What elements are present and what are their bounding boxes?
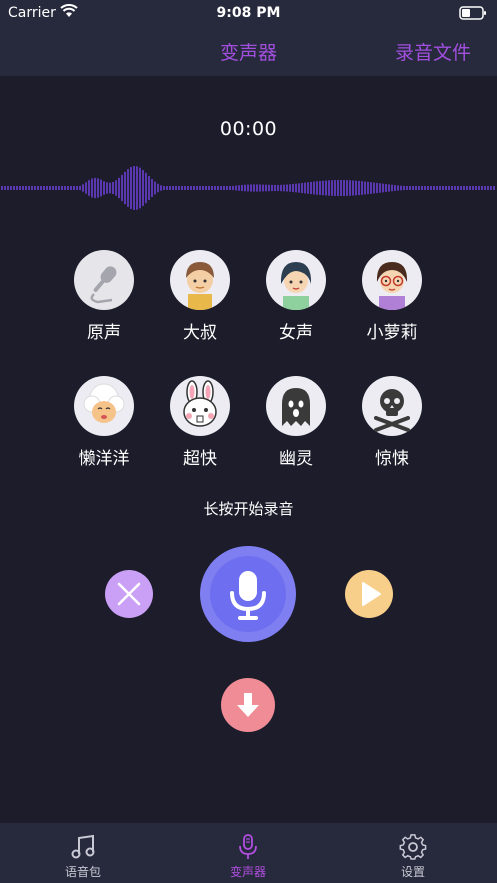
- tab-settings[interactable]: 设置: [353, 823, 473, 883]
- play-button[interactable]: [345, 570, 393, 618]
- effect-label: 幽灵: [279, 449, 313, 469]
- effect-original[interactable]: 原声: [56, 250, 152, 360]
- record-hint: 长按开始录音: [203, 500, 294, 518]
- navigation-bar: 变声器 录音文件: [0, 28, 497, 76]
- tab-voice-changer[interactable]: 变声器: [188, 823, 308, 883]
- effect-loli[interactable]: 小萝莉: [344, 250, 440, 360]
- effect-label: 小萝莉: [366, 323, 418, 343]
- effect-label: 惊悚: [375, 449, 409, 469]
- effect-label: 超快: [183, 449, 217, 469]
- effect-female[interactable]: 女声: [248, 250, 344, 360]
- recording-timer: 00:00: [219, 118, 278, 140]
- microphone-icon: [74, 250, 134, 310]
- effect-lazy-sheep[interactable]: 懒洋洋: [56, 376, 152, 486]
- effect-label: 女声: [279, 323, 313, 343]
- status-bar: Carrier 9:08 PM: [0, 0, 497, 28]
- tab-label: 变声器: [229, 865, 266, 879]
- effect-label: 原声: [87, 323, 121, 343]
- microphone-icon: [230, 571, 266, 620]
- rabbit-avatar-icon: [170, 376, 230, 436]
- recording-files-button[interactable]: 录音文件: [395, 38, 471, 65]
- ghost-icon: [266, 376, 326, 436]
- microphone-icon: [239, 834, 257, 859]
- effect-label: 懒洋洋: [78, 449, 130, 469]
- girl-avatar-icon: [362, 250, 422, 310]
- effect-label: 大叔: [183, 323, 217, 343]
- tab-bar: 语音包 变声器 设置: [0, 823, 497, 883]
- tab-voice-pack[interactable]: 语音包: [23, 823, 143, 883]
- status-time: 9:08 PM: [216, 5, 281, 21]
- cancel-button[interactable]: [105, 570, 153, 618]
- music-note-icon: [71, 834, 95, 859]
- effect-ghost[interactable]: 幽灵: [248, 376, 344, 486]
- gear-icon: [399, 834, 427, 860]
- play-icon: [362, 582, 381, 606]
- download-button[interactable]: [221, 678, 275, 732]
- battery-icon: [459, 6, 486, 20]
- effect-horror[interactable]: 惊悚: [344, 376, 440, 486]
- effect-super-fast[interactable]: 超快: [152, 376, 248, 486]
- uncle-avatar-icon: [170, 250, 230, 310]
- voice-effects-grid: 原声 大叔 女声 小萝莉 懒洋洋 超快 幽灵 惊悚: [56, 250, 442, 480]
- record-button[interactable]: [200, 546, 296, 642]
- waveform-visualizer: [1, 166, 495, 210]
- sheep-avatar-icon: [74, 376, 134, 436]
- tab-label: 语音包: [64, 865, 101, 879]
- woman-avatar-icon: [266, 250, 326, 310]
- effect-uncle[interactable]: 大叔: [152, 250, 248, 360]
- download-icon: [237, 693, 259, 717]
- tab-label: 设置: [400, 865, 425, 879]
- close-icon: [117, 582, 141, 606]
- skull-icon: [362, 376, 422, 436]
